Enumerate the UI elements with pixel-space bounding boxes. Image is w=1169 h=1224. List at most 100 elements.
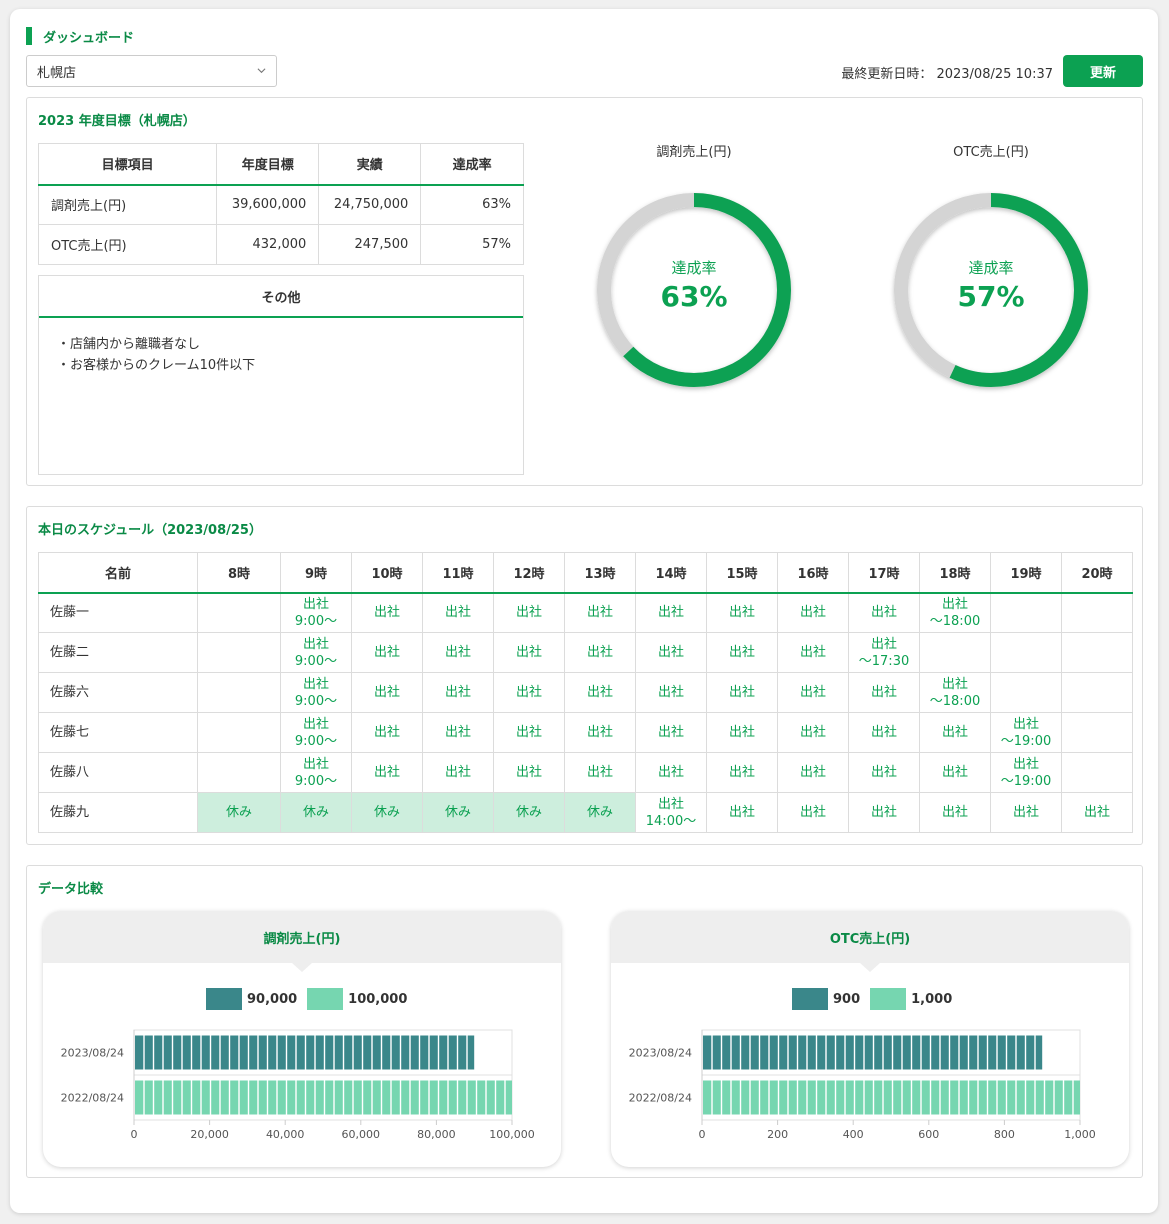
bar	[703, 1035, 1043, 1070]
bar	[135, 1035, 475, 1070]
schedule-cell: 出社	[422, 592, 494, 633]
schedule-cell: 休み	[351, 792, 423, 833]
schedule-cell: 出社	[777, 792, 849, 833]
schedule-cell	[197, 752, 281, 793]
schedule-cell	[990, 672, 1062, 713]
bar-chart: 0 20,000 40,000 60,000 80,000 100,000 2023/08/…	[61, 1029, 535, 1141]
schedule-cell: 休み	[493, 792, 565, 833]
refresh-button[interactable]: 更新	[1063, 55, 1143, 87]
goal-actual: 247,500	[318, 224, 422, 265]
schedule-cell: 出社 9:00〜	[280, 712, 352, 753]
schedule-col-hour: 12時	[493, 552, 565, 594]
schedule-cell: 出社	[564, 592, 636, 633]
comparison-title: データ比較	[38, 882, 104, 897]
schedule-cell	[919, 632, 991, 673]
bar-chart: 0 200 400 600 800 1,000 2023/08/24 2022/08/24	[629, 1029, 1096, 1141]
schedule-title: 本日のスケジュール（2023/08/25）	[38, 523, 262, 538]
x-tick-label: 20,000	[190, 1128, 229, 1141]
schedule-cell: 出社	[493, 672, 565, 713]
schedule-cell: 出社	[564, 752, 636, 793]
schedule-cell: 出社	[706, 752, 778, 793]
schedule-cell: 出社	[1061, 792, 1133, 833]
schedule-cell: 出社 〜19:00	[990, 712, 1062, 753]
schedule-cell: 出社	[564, 632, 636, 673]
comparison-card-dispensing: 調剤売上(円) 90,000 100,000 0 20,000 40,000 60,0…	[43, 911, 561, 1167]
schedule-col-hour: 13時	[564, 552, 636, 594]
title-accent-bar	[26, 27, 32, 45]
goal-item: OTC売上(円)	[37, 224, 218, 265]
x-tick-label: 80,000	[417, 1128, 456, 1141]
schedule-cell: 出社	[635, 672, 707, 713]
schedule-cell: 出社 9:00〜	[280, 672, 352, 713]
goals-table: 目標項目 年度目標 実績 達成率 調剤売上(円) 39,600,000 24,7…	[37, 143, 524, 265]
schedule-cell: 出社 〜18:00	[919, 672, 991, 713]
table-row: 佐藤七 出社 9:00〜 出社 出社 出社 出社 出社 出社 出社 出社 出社 出社 〜19:00	[38, 712, 1133, 753]
schedule-cell: 出社	[919, 712, 991, 753]
donut-center-label: 達成率	[671, 259, 717, 277]
schedule-cell: 出社 9:00〜	[280, 592, 352, 633]
table-row: 佐藤八 出社 9:00〜 出社 出社 出社 出社 出社 出社 出社 出社 出社 出社 〜19:00	[38, 752, 1133, 793]
schedule-cell	[1061, 712, 1133, 753]
x-tick-label: 400	[843, 1128, 864, 1141]
donut-chart-dispensing: 調剤売上(円) 達成率 63%	[589, 143, 799, 395]
schedule-cell: 出社	[635, 592, 707, 633]
schedule-cell	[197, 592, 281, 633]
other-goals-box: その他 ・店舗内から離職者なし ・お客様からのクレーム10件以下	[38, 275, 524, 475]
schedule-cell: 出社	[848, 712, 920, 753]
comparison-panel: データ比較 調剤売上(円) 90,000 100,000 0 20,000 40,0…	[26, 865, 1143, 1178]
schedule-cell: 出社	[777, 632, 849, 673]
schedule-panel: 本日のスケジュール（2023/08/25） 名前 8時 9時 10時 11時 12時 13時…	[26, 506, 1143, 845]
goals-col-target: 年度目標	[216, 143, 320, 186]
goals-col-rate: 達成率	[420, 143, 524, 186]
schedule-employee-name: 佐藤七	[38, 712, 198, 753]
schedule-cell: 出社	[422, 672, 494, 713]
schedule-col-hour: 9時	[280, 552, 352, 594]
x-tick-label: 60,000	[342, 1128, 381, 1141]
dashboard-page: ダッシュボード 札幌店 最終更新日時： 2023/08/25 10:37 更新 …	[10, 9, 1158, 1213]
schedule-col-hour: 11時	[422, 552, 494, 594]
schedule-cell: 出社	[493, 632, 565, 673]
schedule-col-hour: 10時	[351, 552, 423, 594]
page-title: ダッシュボード	[26, 27, 135, 46]
other-goals-title: その他	[39, 276, 523, 318]
schedule-cell: 出社	[635, 632, 707, 673]
last-updated-value: 2023/08/25 10:37	[936, 67, 1053, 82]
schedule-col-hour: 17時	[848, 552, 920, 594]
schedule-employee-name: 佐藤六	[38, 672, 198, 713]
table-row: 佐藤二 出社 9:00〜 出社 出社 出社 出社 出社 出社 出社 出社 〜17:30	[38, 632, 1133, 673]
table-row: 佐藤九 休み 休み 休み 休み 休み 休み 出社 14:00〜 出社 出社 出社 出社 出社 出社	[38, 792, 1133, 833]
schedule-col-name: 名前	[38, 552, 198, 594]
last-updated-label: 最終更新日時：	[841, 67, 933, 82]
schedule-cell: 出社	[422, 752, 494, 793]
schedule-cell: 出社 9:00〜	[280, 632, 352, 673]
schedule-cell: 出社	[351, 632, 423, 673]
store-select[interactable]: 札幌店	[26, 55, 277, 87]
schedule-cell: 出社	[848, 592, 920, 633]
schedule-cell: 出社	[635, 752, 707, 793]
schedule-cell: 休み	[422, 792, 494, 833]
table-row: OTC売上(円) 432,000 247,500 57%	[37, 224, 524, 265]
y-category-label: 2023/08/24	[61, 1047, 124, 1060]
goal-item: 調剤売上(円)	[37, 184, 218, 225]
goal-target: 432,000	[216, 224, 320, 265]
schedule-employee-name: 佐藤九	[38, 792, 198, 833]
schedule-cell: 出社	[706, 712, 778, 753]
schedule-cell: 出社	[919, 792, 991, 833]
y-category-label: 2023/08/24	[629, 1047, 692, 1060]
schedule-cell: 出社 14:00〜	[635, 792, 707, 833]
schedule-cell	[1061, 592, 1133, 633]
page-title-text: ダッシュボード	[43, 30, 135, 46]
schedule-cell: 出社	[848, 672, 920, 713]
x-tick-label: 100,000	[489, 1128, 535, 1141]
schedule-cell: 出社 〜19:00	[990, 752, 1062, 793]
schedule-cell: 出社	[919, 752, 991, 793]
goals-col-actual: 実績	[318, 143, 422, 186]
other-goals-list: ・店舗内から離職者なし ・お客様からのクレーム10件以下	[39, 318, 523, 392]
schedule-col-hour: 19時	[990, 552, 1062, 594]
x-tick-label: 600	[918, 1128, 939, 1141]
schedule-cell: 出社	[706, 672, 778, 713]
schedule-cell: 出社	[990, 792, 1062, 833]
donut-value: 63%	[660, 280, 728, 313]
schedule-cell	[990, 632, 1062, 673]
chevron-down-icon	[257, 68, 266, 74]
